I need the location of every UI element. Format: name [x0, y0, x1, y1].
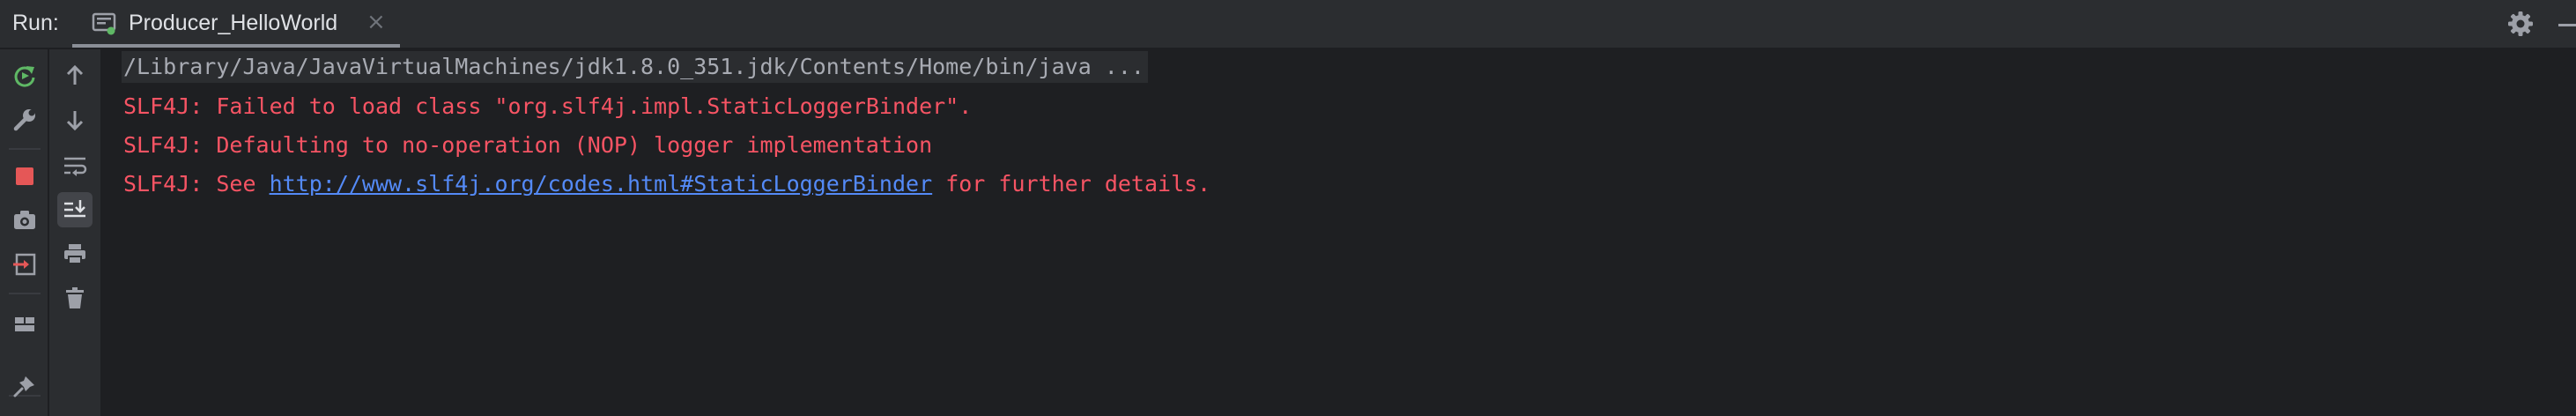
console-error-line: SLF4J: Failed to load class "org.slf4j.i… — [123, 93, 973, 119]
tab-producer-helloworld[interactable]: Producer_HelloWorld × — [72, 0, 400, 48]
run-toolbar-console — [49, 49, 102, 416]
active-tab-indicator — [72, 44, 400, 48]
exit-icon[interactable] — [7, 247, 42, 282]
toolbar-separator — [9, 293, 41, 294]
console-link[interactable]: http://www.slf4j.org/codes.html#StaticLo… — [270, 171, 933, 197]
scroll-to-end-icon[interactable] — [57, 192, 93, 227]
console-error-line: SLF4J: See http://www.slf4j.org/codes.ht… — [123, 168, 1210, 200]
layout-icon[interactable] — [7, 307, 42, 342]
camera-icon[interactable] — [7, 203, 42, 238]
arrow-down-icon[interactable] — [57, 102, 93, 137]
print-icon[interactable] — [57, 236, 93, 271]
gear-icon[interactable] — [2507, 11, 2534, 37]
minimize-icon[interactable] — [2558, 24, 2576, 26]
soft-wrap-icon[interactable] — [57, 148, 93, 183]
run-config-icon — [92, 12, 118, 35]
pin-icon[interactable] — [7, 368, 42, 404]
console-error-line: SLF4J: Defaulting to no-operation (NOP) … — [123, 132, 933, 158]
arrow-up-icon[interactable] — [57, 58, 93, 93]
console-text: for further details. — [932, 171, 1211, 197]
tab-title: Producer_HelloWorld — [129, 11, 338, 35]
stop-icon[interactable] — [7, 159, 42, 194]
wrench-icon[interactable] — [7, 102, 42, 137]
console-output[interactable]: /Library/Java/JavaVirtualMachines/jdk1.8… — [102, 49, 2576, 416]
console-command-line[interactable]: /Library/Java/JavaVirtualMachines/jdk1.8… — [122, 51, 1148, 83]
run-toolbar-primary — [0, 49, 49, 416]
toolbar-separator — [9, 148, 41, 150]
trash-icon[interactable] — [57, 280, 93, 316]
console-text: SLF4J: See — [123, 171, 270, 197]
run-label: Run: — [12, 11, 59, 35]
rerun-icon[interactable] — [7, 58, 42, 93]
close-icon[interactable]: × — [366, 9, 386, 35]
run-tool-window-header: Run: Producer_HelloWorld × — [0, 0, 2576, 49]
